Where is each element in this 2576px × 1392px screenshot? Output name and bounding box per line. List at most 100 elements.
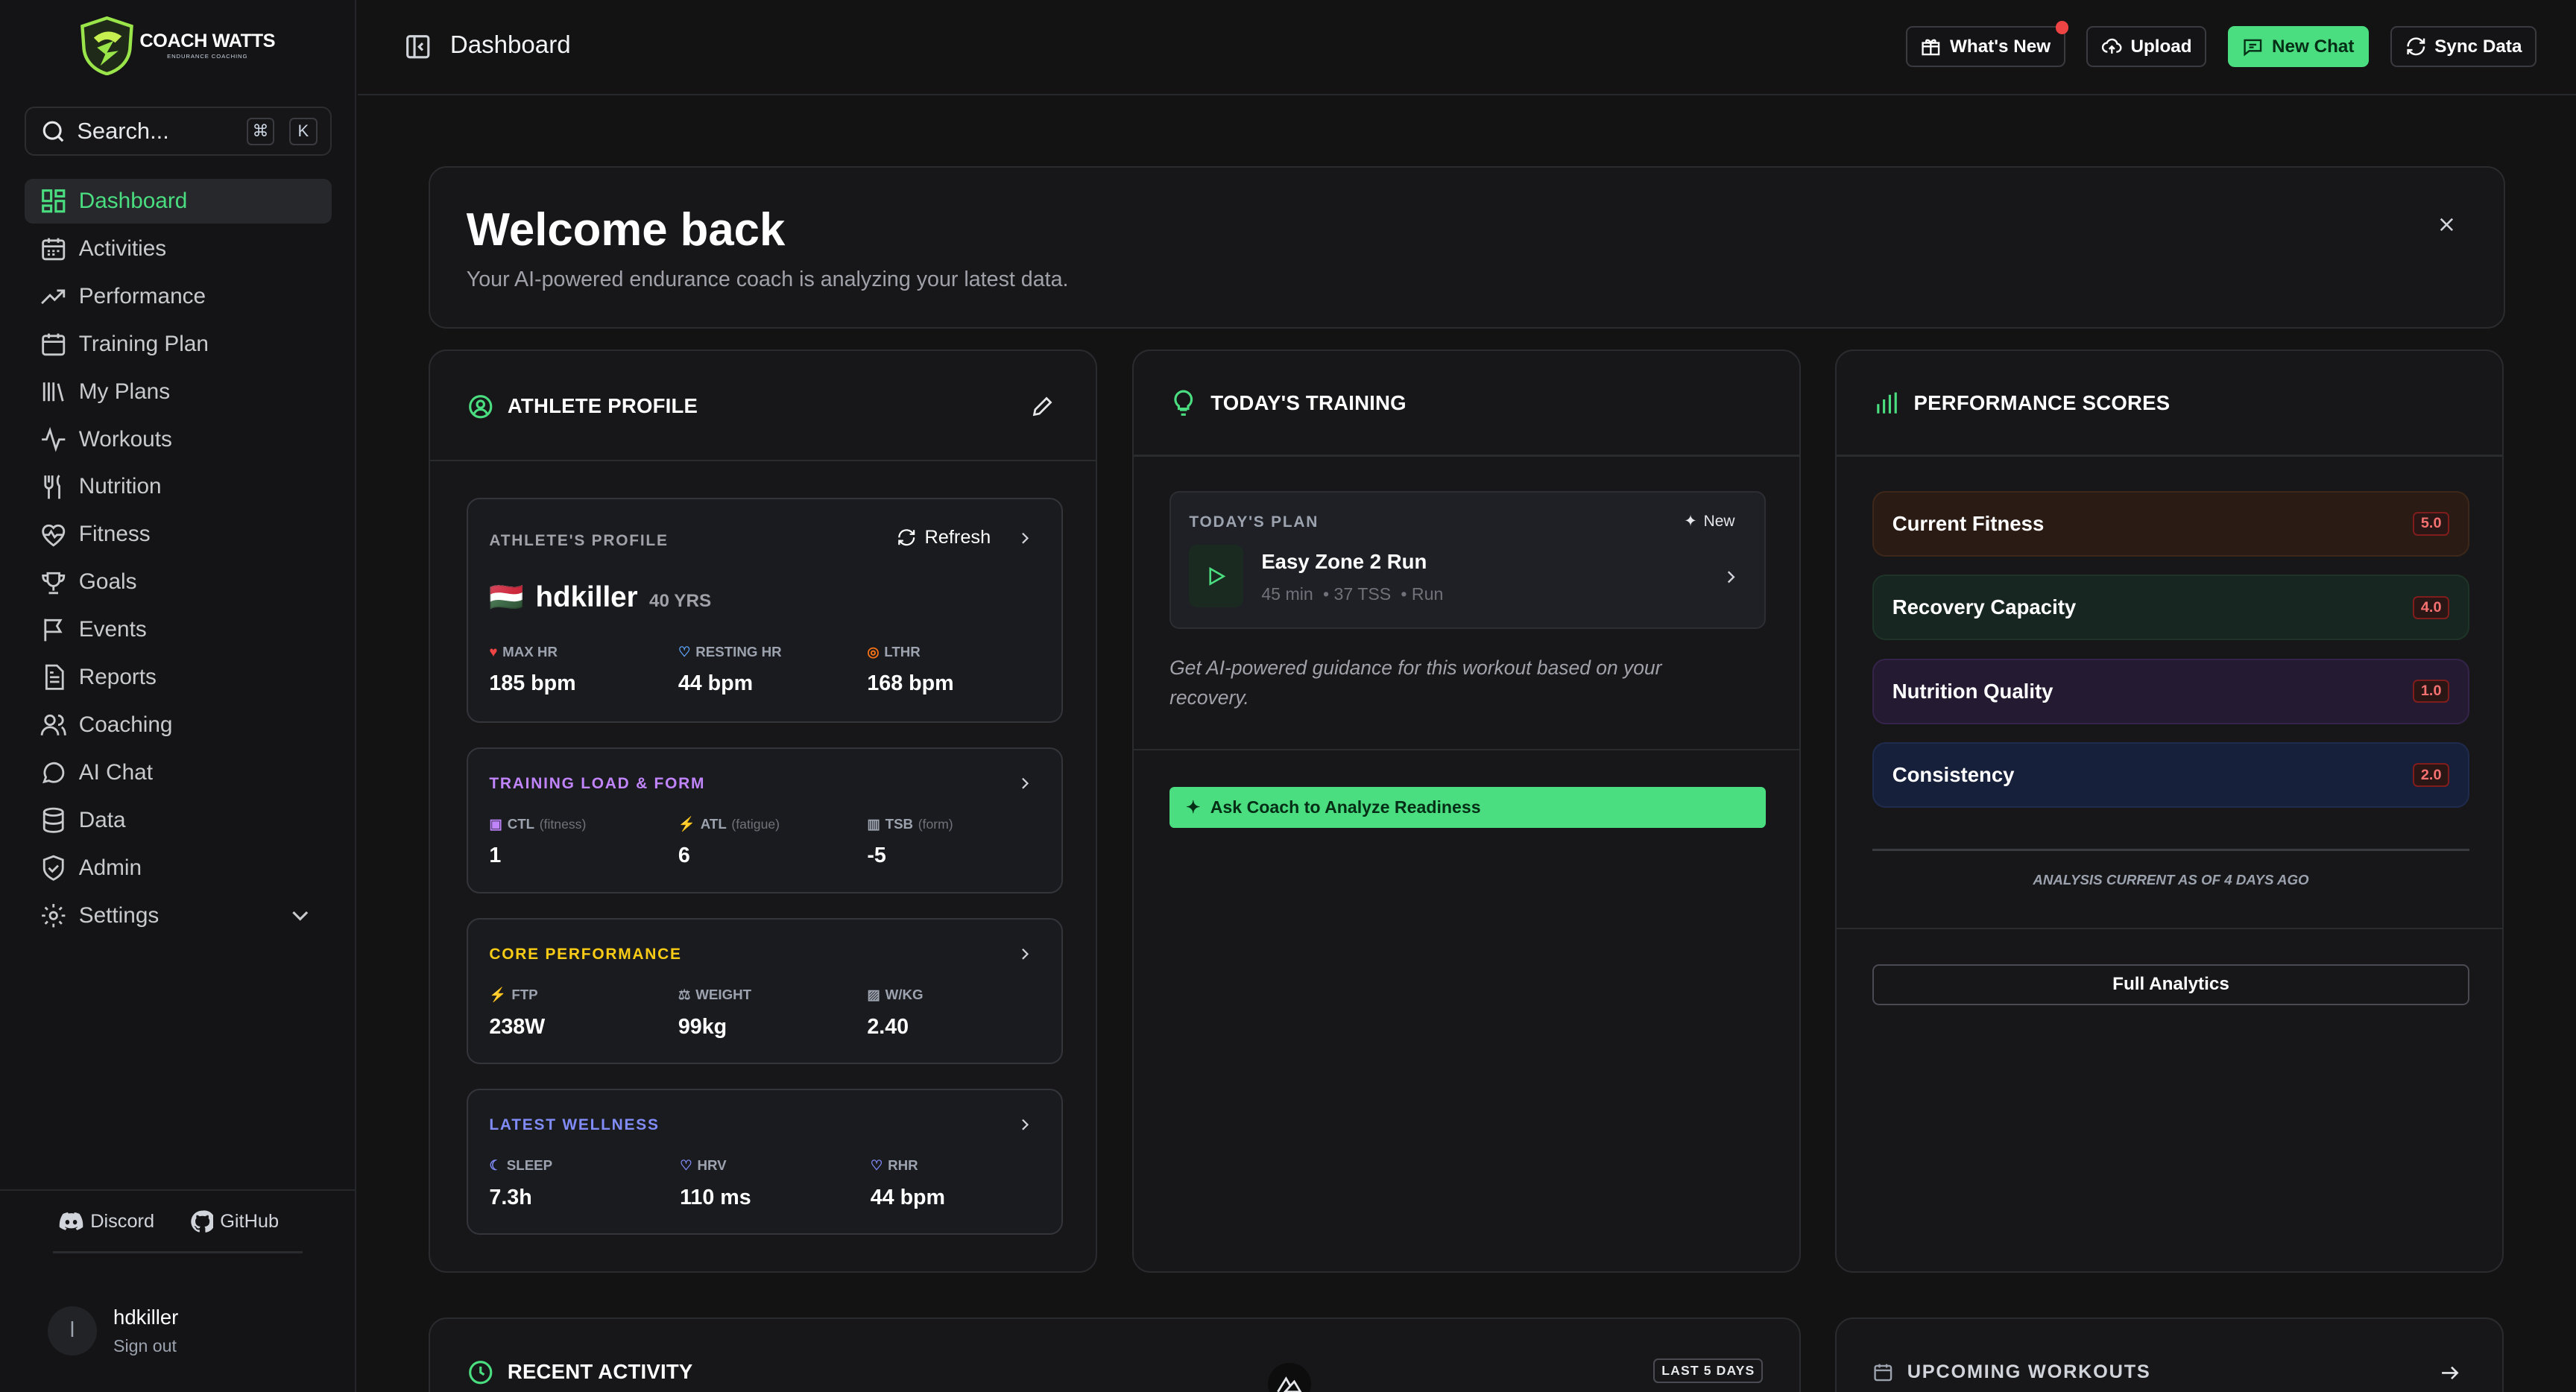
pencil-icon[interactable] xyxy=(1030,394,1055,419)
athlete-identity: 🇭🇺 hdkiller 40 YRS xyxy=(489,581,711,614)
welcome-title: Welcome back xyxy=(466,204,786,256)
user-menu[interactable]: l hdkiller Sign out xyxy=(47,1306,178,1356)
sidebar-item-admin[interactable]: Admin xyxy=(25,846,332,890)
sidebar-item-label: Workouts xyxy=(78,426,172,452)
atl-label: ⚡ ATL (fatigue) xyxy=(678,816,780,832)
upload-button[interactable]: Upload xyxy=(2086,26,2207,68)
close-icon[interactable] xyxy=(2435,213,2458,236)
sign-out-link[interactable]: Sign out xyxy=(113,1336,178,1356)
sidebar-item-coaching[interactable]: Coaching xyxy=(25,703,332,747)
score-recovery-capacity[interactable]: Recovery Capacity 4.0 xyxy=(1872,575,2469,641)
sidebar-toggle-icon[interactable] xyxy=(404,33,432,60)
play-button[interactable] xyxy=(1189,545,1244,608)
rhr-value: 44 bpm xyxy=(870,1185,946,1209)
ask-coach-button[interactable]: ✦ Ask Coach to Analyze Readiness xyxy=(1169,786,1767,828)
sidebar-item-events[interactable]: Events xyxy=(25,607,332,652)
heart-outline-icon: ♡ xyxy=(678,643,691,659)
sidebar-item-data[interactable]: Data xyxy=(25,798,332,843)
sidebar-item-label: Admin xyxy=(78,855,142,880)
cloud-upload-icon xyxy=(2101,39,2122,54)
chevron-right-icon[interactable] xyxy=(1015,528,1035,548)
activity-icon xyxy=(41,426,66,452)
sync-data-button[interactable]: Sync Data xyxy=(2390,26,2537,68)
chevron-down-icon[interactable] xyxy=(286,902,314,929)
refresh-button[interactable]: Refresh xyxy=(897,527,991,548)
latest-wellness-panel[interactable]: LATEST WELLNESS ☾ SLEEP 7.3h ♡ HRV 110 ms … xyxy=(466,1089,1063,1236)
sidebar: COACH WATTS ENDURANCE COACHING Search...… xyxy=(0,0,357,1392)
sidebar-item-training-plan[interactable]: Training Plan xyxy=(25,322,332,367)
score-nutrition-quality[interactable]: Nutrition Quality 1.0 xyxy=(1872,658,2469,724)
panel-label: TRAINING LOAD & FORM xyxy=(489,774,706,792)
new-badge: ✦ New xyxy=(1684,512,1735,531)
discord-link[interactable]: Discord xyxy=(59,1210,154,1233)
chevron-right-icon[interactable] xyxy=(1015,773,1035,793)
sidebar-item-label: Fitness xyxy=(78,522,151,547)
message-circle-icon xyxy=(42,762,65,784)
nuxt-logo-icon xyxy=(1277,1376,1302,1392)
welcome-card: Welcome back Your AI-powered endurance c… xyxy=(429,165,2506,329)
ftp-label: ⚡ FTP xyxy=(489,987,538,1003)
whats-new-button[interactable]: What's New xyxy=(1905,21,2069,68)
chevron-right-icon[interactable] xyxy=(1015,944,1035,964)
sidebar-item-activities[interactable]: Activities xyxy=(25,227,332,271)
trending-up-icon xyxy=(41,289,66,305)
todays-plan-item[interactable]: TODAY'S PLAN ✦ New Easy Zone 2 Run 45 min… xyxy=(1169,490,1767,629)
discord-label: Discord xyxy=(90,1211,155,1233)
sidebar-item-settings[interactable]: Settings xyxy=(25,893,332,938)
athlete-profile-title: ATHLETE PROFILE xyxy=(507,394,698,418)
score-consistency[interactable]: Consistency 2.0 xyxy=(1872,742,2469,809)
workout-name: Easy Zone 2 Run xyxy=(1261,549,1427,573)
arrow-right-icon[interactable] xyxy=(2438,1361,2461,1385)
core-performance-panel[interactable]: CORE PERFORMANCE ⚡ FTP 238W ⚖ WEIGHT 99kg … xyxy=(466,917,1063,1065)
bar-chart-icon xyxy=(1877,392,1898,414)
sidebar-item-label: Data xyxy=(78,807,126,832)
calendar-icon xyxy=(1874,1364,1892,1382)
ctl-value: 1 xyxy=(489,844,502,868)
sidebar-item-label: Events xyxy=(78,617,147,642)
github-link[interactable]: GitHub xyxy=(190,1210,279,1233)
shield-icon: ▣ xyxy=(489,816,503,832)
users-icon xyxy=(40,715,66,736)
workout-tss: • 37 TSS xyxy=(1322,584,1392,604)
chevron-right-icon[interactable] xyxy=(1720,566,1742,588)
sidebar-item-performance[interactable]: Performance xyxy=(25,274,332,319)
calendar-check-icon xyxy=(42,333,66,356)
divider xyxy=(52,1251,303,1253)
refresh-icon xyxy=(2406,37,2425,56)
sidebar-item-workouts[interactable]: Workouts xyxy=(25,417,332,462)
score-badge: 2.0 xyxy=(2413,763,2450,787)
refresh-icon xyxy=(898,529,915,546)
sidebar-item-label: Activities xyxy=(78,235,167,261)
sidebar-item-label: Coaching xyxy=(78,712,173,737)
chevron-right-icon[interactable] xyxy=(1015,1115,1035,1134)
calendar-icon xyxy=(42,238,66,261)
sidebar-item-my-plans[interactable]: My Plans xyxy=(25,370,332,414)
sidebar-item-label: My Plans xyxy=(78,379,171,404)
hrv-label: ♡ HRV xyxy=(680,1157,727,1174)
new-chat-button[interactable]: New Chat xyxy=(2227,26,2370,68)
athlete-profile-header: ATHLETE PROFILE xyxy=(467,393,698,420)
workout-duration: 45 min xyxy=(1261,584,1313,604)
wkg-label: ▨ W/KG xyxy=(867,987,924,1003)
athletes-profile-panel[interactable]: ATHLETE'S PROFILE Refresh 🇭🇺 hdkiller 40… xyxy=(466,497,1063,723)
full-analytics-button[interactable]: Full Analytics xyxy=(1872,964,2469,1005)
sidebar-item-reports[interactable]: Reports xyxy=(25,655,332,700)
sidebar-item-ai-chat[interactable]: AI Chat xyxy=(25,750,332,795)
sidebar-item-dashboard[interactable]: Dashboard xyxy=(25,179,332,224)
sidebar-item-fitness[interactable]: Fitness xyxy=(25,513,332,557)
utensils-icon xyxy=(44,474,60,499)
search-box[interactable]: Search... ⌘ K xyxy=(25,107,332,156)
brand-logo[interactable]: COACH WATTS ENDURANCE COACHING xyxy=(79,16,276,76)
training-load-panel[interactable]: TRAINING LOAD & FORM ▣ CTL (fitness) 1 ⚡ AT… xyxy=(466,747,1063,893)
todays-plan-label: TODAY'S PLAN xyxy=(1189,513,1319,531)
sidebar-item-goals[interactable]: Goals xyxy=(25,560,332,604)
brand-tagline: ENDURANCE COACHING xyxy=(167,52,248,60)
sparkles-icon: ✦ xyxy=(1186,797,1201,817)
score-current-fitness[interactable]: Current Fitness 5.0 xyxy=(1872,490,2469,557)
ftp-value: 238W xyxy=(489,1014,546,1039)
performance-scores-title: PERFORMANCE SCORES xyxy=(1913,390,2171,414)
sidebar-item-label: Reports xyxy=(78,665,157,690)
sidebar-item-nutrition[interactable]: Nutrition xyxy=(25,465,332,510)
nuxt-devtools-button[interactable] xyxy=(1268,1363,1311,1392)
resting-hr-value: 44 bpm xyxy=(678,671,754,696)
